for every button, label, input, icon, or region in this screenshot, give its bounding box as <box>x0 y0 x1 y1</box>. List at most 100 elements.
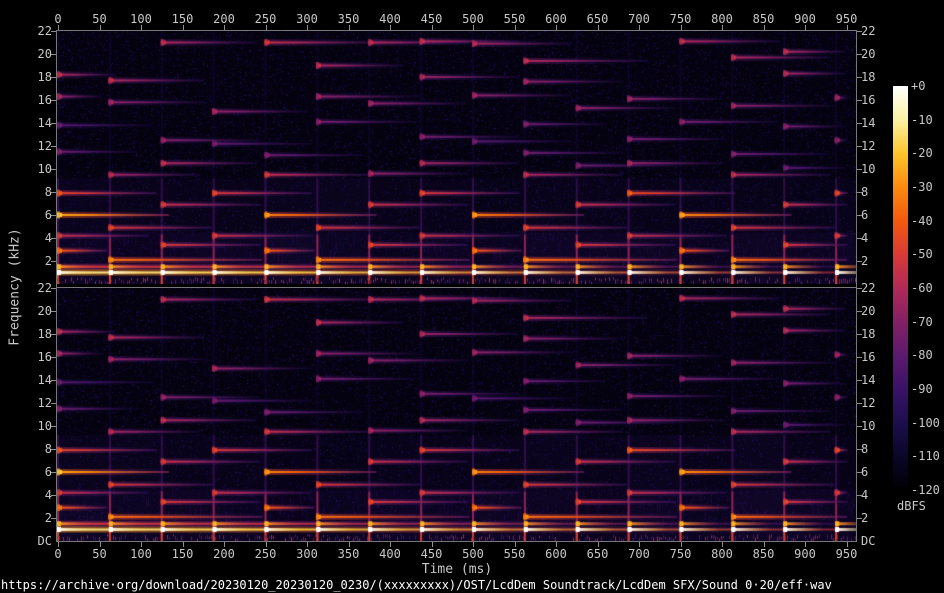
freq-tick-label-left: 4 <box>44 488 52 502</box>
freq-tick-label-left: 22 <box>37 281 52 295</box>
plot-frame-left <box>56 30 57 542</box>
time-tick-mark-bottom <box>431 542 433 547</box>
colorbar <box>893 86 908 490</box>
spectrogram-figure: Frequency (kHz) 0 0 50 50 100 100 150 150 200 200… <box>0 0 944 593</box>
time-tick-mark-top <box>182 25 184 30</box>
freq-tick-mark-left <box>51 77 56 78</box>
time-tick-label-bottom: 150 <box>171 547 194 561</box>
colorbar-tick-label: -40 <box>911 213 933 228</box>
freq-tick-mark-left <box>51 123 56 124</box>
time-tick-label-bottom: 250 <box>254 547 277 561</box>
freq-tick-label-left: 18 <box>37 70 52 84</box>
freq-tick-label-left: 20 <box>37 47 52 61</box>
freq-tick-mark-left <box>51 146 56 147</box>
freq-tick-label-left: 8 <box>44 442 52 456</box>
freq-tick-label-right: 12 <box>861 396 876 410</box>
freq-tick-label-left: 2 <box>44 254 52 268</box>
freq-tick-label-right: 14 <box>861 373 876 387</box>
colorbar-tick-label: -20 <box>911 146 933 161</box>
time-tick-label-top: 450 <box>420 12 443 26</box>
freq-tick-label-right: 18 <box>861 327 876 341</box>
time-tick-mark-bottom <box>99 542 101 547</box>
time-tick-mark-top <box>680 25 682 30</box>
time-tick-label-bottom: 650 <box>586 547 609 561</box>
time-tick-mark-top <box>846 25 848 30</box>
freq-tick-mark-left <box>51 100 56 101</box>
freq-tick-mark-right <box>857 192 862 193</box>
freq-tick-mark-left <box>51 357 56 358</box>
dc-label-right: DC <box>861 534 876 548</box>
colorbar-tick-label: -70 <box>911 314 933 329</box>
freq-tick-mark-left <box>51 495 56 496</box>
freq-tick-label-left: 14 <box>37 373 52 387</box>
time-tick-label-top: 950 <box>835 12 858 26</box>
time-tick-mark-bottom <box>182 542 184 547</box>
time-tick-mark-top <box>597 25 599 30</box>
time-tick-label-top: 250 <box>254 12 277 26</box>
freq-tick-mark-right <box>857 403 862 404</box>
colorbar-tick-label: -30 <box>911 180 933 194</box>
freq-tick-mark-left <box>51 261 56 262</box>
time-tick-mark-bottom <box>846 542 848 547</box>
time-tick-label-top: 550 <box>503 12 526 26</box>
freq-tick-mark-left <box>51 426 56 427</box>
time-tick-mark-bottom <box>556 542 557 547</box>
freq-tick-label-right: 8 <box>861 185 869 199</box>
time-tick-label-top: 150 <box>171 12 194 26</box>
time-tick-label-bottom: 550 <box>503 547 526 561</box>
time-tick-label-bottom: 200 <box>213 547 235 561</box>
freq-tick-label-right: 16 <box>861 350 876 364</box>
colorbar-tick-label: -90 <box>911 382 933 396</box>
freq-tick-mark-right <box>857 215 862 216</box>
freq-tick-label-right: 22 <box>861 281 876 295</box>
time-tick-mark-bottom <box>307 542 308 547</box>
time-tick-mark-top <box>348 25 350 30</box>
freq-tick-label-left: 8 <box>44 185 52 199</box>
freq-tick-mark-left <box>51 403 56 404</box>
freq-tick-label-left: 6 <box>44 208 52 222</box>
freq-tick-mark-left <box>51 449 56 450</box>
freq-tick-mark-right <box>857 472 862 473</box>
plot-frame-middle <box>56 287 857 288</box>
freq-tick-label-left: 22 <box>37 24 52 38</box>
time-tick-mark-top <box>265 25 267 30</box>
freq-tick-mark-left <box>51 311 56 312</box>
time-tick-mark-top <box>722 25 723 30</box>
freq-tick-mark-left <box>51 238 56 239</box>
time-tick-label-top: 800 <box>711 12 733 26</box>
time-tick-label-bottom: 450 <box>420 547 443 561</box>
time-tick-label-bottom: 300 <box>296 547 318 561</box>
time-tick-mark-bottom <box>514 542 516 547</box>
freq-axis-title: Frequency (kHz) <box>7 228 23 346</box>
time-tick-mark-bottom <box>763 542 765 547</box>
freq-tick-label-right: 2 <box>861 511 869 525</box>
freq-tick-label-right: 4 <box>861 231 869 245</box>
time-tick-mark-top <box>307 25 308 30</box>
time-tick-mark-bottom <box>224 542 225 547</box>
time-tick-mark-bottom <box>639 542 640 547</box>
time-tick-mark-top <box>556 25 557 30</box>
time-tick-label-top: 300 <box>296 12 318 26</box>
time-tick-mark-top <box>431 25 433 30</box>
freq-tick-label-right: 10 <box>861 162 876 176</box>
time-tick-mark-bottom <box>680 542 682 547</box>
freq-tick-mark-right <box>857 100 862 101</box>
freq-tick-label-left: 14 <box>37 116 52 130</box>
freq-tick-label-right: 2 <box>861 254 869 268</box>
freq-tick-mark-left <box>51 334 56 335</box>
freq-tick-mark-right <box>857 518 862 519</box>
freq-tick-label-right: 14 <box>861 116 876 130</box>
time-tick-mark-bottom <box>805 542 806 547</box>
freq-tick-mark-left <box>51 215 56 216</box>
time-tick-label-top: 700 <box>628 12 650 26</box>
colorbar-tick-label: -80 <box>911 348 933 363</box>
time-tick-label-bottom: 900 <box>794 547 816 561</box>
time-tick-label-bottom: 0 <box>54 547 62 561</box>
time-tick-mark-top <box>224 25 225 30</box>
colorbar-tick-label: +0 <box>911 79 926 93</box>
time-tick-label-top: 200 <box>213 12 235 26</box>
freq-tick-label-right: 18 <box>861 70 876 84</box>
freq-tick-mark-right <box>857 77 862 78</box>
freq-tick-mark-left <box>51 31 56 32</box>
freq-tick-mark-left <box>51 288 56 289</box>
